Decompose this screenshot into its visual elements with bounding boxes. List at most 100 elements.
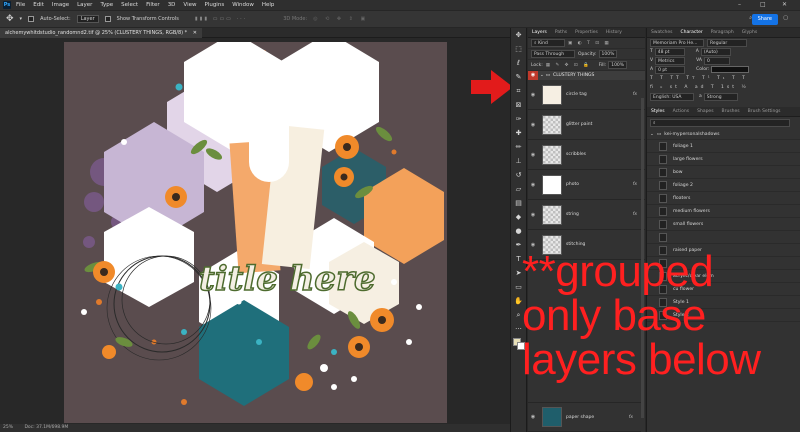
checkbox-icon[interactable] — [104, 16, 111, 22]
move-tool-icon[interactable]: ✥ — [513, 30, 524, 41]
font-size-input[interactable]: 48 pt — [654, 47, 685, 56]
layer-group-row[interactable]: ◉ ⌄ ▭ CLUSTERY THINGS — [528, 71, 645, 80]
visibility-eye-icon[interactable]: ◉ — [528, 122, 538, 128]
document-tab[interactable]: alchemywhitdstudio_randomnd2.tif @ 25% (… — [0, 28, 202, 38]
visibility-eye-icon[interactable]: ◉ — [528, 92, 538, 98]
fx-icon[interactable]: fx — [629, 415, 633, 420]
dropdown-arrow-icon[interactable]: ▾ — [20, 16, 23, 22]
document-canvas[interactable]: title here — [64, 42, 447, 423]
zoom-level[interactable]: 25% — [3, 425, 13, 430]
style-item[interactable]: medium flowers — [647, 205, 800, 218]
filter-icons[interactable]: ▣ ◐ T ⊡ ▦ — [568, 41, 611, 46]
layer-name[interactable]: glitter paint — [566, 122, 592, 127]
layer-row[interactable]: ◉ circle tag fx — [528, 80, 645, 110]
tab-styles[interactable]: Styles — [647, 109, 669, 114]
workspace-icon[interactable]: ▢ — [783, 15, 788, 21]
photoshop-logo[interactable]: Ps — [3, 1, 11, 9]
visibility-eye-icon[interactable]: ◉ — [528, 71, 538, 80]
maximize-icon[interactable]: □ — [760, 1, 766, 8]
style-item[interactable]: foliage 2 — [647, 179, 800, 192]
lock-icons[interactable]: ▦ ✎ ✥ ⊡ 🔒 — [546, 63, 591, 68]
close-icon[interactable]: ✕ — [782, 1, 787, 8]
styles-folder[interactable]: ⌄ ▭ kei-mypersonalshadows — [647, 129, 800, 140]
menu-edit[interactable]: Edit — [33, 2, 44, 8]
font-style-dropdown[interactable]: Regular — [707, 38, 747, 47]
visibility-eye-icon[interactable]: ◉ — [528, 414, 538, 420]
menu-3d[interactable]: 3D — [168, 2, 176, 8]
menu-select[interactable]: Select — [121, 2, 138, 8]
tab-actions[interactable]: Actions — [669, 109, 693, 114]
fill-input[interactable]: 100% — [608, 61, 628, 69]
tab-shapes[interactable]: Shapes — [693, 109, 717, 114]
crop-tool-icon[interactable]: ⌗ — [513, 86, 524, 97]
quick-select-icon[interactable]: ✎ — [513, 72, 524, 83]
tab-brushes[interactable]: Brushes — [718, 109, 744, 114]
healing-brush-icon[interactable]: ✚ — [513, 128, 524, 139]
menu-window[interactable]: Window — [232, 2, 254, 8]
eraser-icon[interactable]: ▱ — [513, 184, 524, 195]
close-tab-icon[interactable]: ✕ — [193, 30, 197, 36]
baseline-input[interactable]: 0 pt — [655, 65, 686, 74]
visibility-eye-icon[interactable]: ◉ — [528, 182, 538, 188]
tab-character[interactable]: Character — [677, 30, 707, 35]
layer-name[interactable]: scribbles — [566, 152, 586, 157]
menu-file[interactable]: File — [16, 2, 25, 8]
layer-row[interactable]: ◉ string fx — [528, 200, 645, 230]
type-style-row[interactable]: T T TT Tт T¹ T₁ T T — [647, 74, 800, 83]
fx-icon[interactable]: fx — [633, 212, 637, 217]
fx-icon[interactable]: fx — [633, 182, 637, 187]
gradient-tool-icon[interactable]: ▤ — [513, 198, 524, 209]
styles-search-input[interactable]: ⌕ — [650, 119, 790, 127]
style-item[interactable]: foliage 1 — [647, 140, 800, 153]
leading-input[interactable]: (Auto) — [700, 47, 731, 56]
doc-info[interactable]: Doc: 37.1M/698.9M — [24, 425, 68, 430]
style-item[interactable]: small flowers — [647, 218, 800, 231]
blend-mode-dropdown[interactable]: Pass Through — [531, 50, 575, 58]
style-item[interactable]: floaters — [647, 192, 800, 205]
style-item[interactable] — [647, 231, 800, 244]
visibility-eye-icon[interactable]: ◉ — [528, 152, 538, 158]
layer-row[interactable]: ◉ photo fx — [528, 170, 645, 200]
language-dropdown[interactable]: English: USA — [650, 92, 694, 101]
menu-filter[interactable]: Filter — [146, 2, 160, 8]
layer-name[interactable]: paper shape — [566, 415, 594, 420]
tab-paths[interactable]: Paths — [551, 30, 571, 35]
3d-icons[interactable]: ◎ ⟲ ✥ ⇕ ▣ — [313, 16, 368, 22]
kind-filter-dropdown[interactable]: ⌕ Kind — [531, 39, 565, 47]
layer-row[interactable]: ◉ glitter paint — [528, 110, 645, 140]
share-button[interactable]: Share — [751, 14, 778, 25]
visibility-eye-icon[interactable]: ◉ — [528, 212, 538, 218]
brush-tool-icon[interactable]: ✏ — [513, 142, 524, 153]
kerning-input[interactable]: Metrics — [655, 56, 686, 65]
layer-name[interactable]: photo — [566, 182, 579, 187]
style-item[interactable]: large flowers — [647, 153, 800, 166]
dodge-tool-icon[interactable]: ● — [513, 226, 524, 237]
menu-plugins[interactable]: Plugins — [204, 2, 224, 8]
menu-help[interactable]: Help — [262, 2, 275, 8]
tab-properties[interactable]: Properties — [571, 30, 602, 35]
auto-select-dropdown[interactable]: Layer — [76, 15, 99, 23]
checkbox-icon[interactable] — [28, 16, 35, 22]
menu-image[interactable]: Image — [52, 2, 69, 8]
search-icon[interactable]: ⌕ — [749, 15, 752, 21]
minimize-icon[interactable]: – — [738, 1, 741, 8]
chevron-down-icon[interactable]: ⌄ — [540, 73, 544, 78]
layer-row[interactable]: ◉ paper shape fx — [528, 402, 641, 432]
show-transform-label[interactable]: Show Transform Controls — [117, 16, 179, 22]
menu-type[interactable]: Type — [100, 2, 113, 8]
opacity-input[interactable]: 100% — [598, 50, 618, 58]
layer-row[interactable]: ◉ scribbles — [528, 140, 645, 170]
chevron-down-icon[interactable]: ⌄ — [650, 132, 654, 137]
tab-history[interactable]: History — [602, 30, 626, 35]
history-brush-icon[interactable]: ↺ — [513, 170, 524, 181]
tab-glyphs[interactable]: Glyphs — [738, 30, 761, 35]
eyedropper-icon[interactable]: ✑ — [513, 114, 524, 125]
tab-paragraph[interactable]: Paragraph — [707, 30, 738, 35]
layer-name[interactable]: circle tag — [566, 92, 587, 97]
lasso-tool-icon[interactable]: ℓ — [513, 58, 524, 69]
blur-tool-icon[interactable]: ◆ — [513, 212, 524, 223]
align-icons[interactable]: ▮▮▮ ▭▭▭ ··· — [195, 16, 247, 22]
move-tool-icon[interactable]: ✥ — [6, 14, 14, 24]
tab-brush-settings[interactable]: Brush Settings — [744, 109, 785, 114]
opentype-row[interactable]: ﬁ ℴ st A ad T 1st ½ — [647, 83, 800, 92]
